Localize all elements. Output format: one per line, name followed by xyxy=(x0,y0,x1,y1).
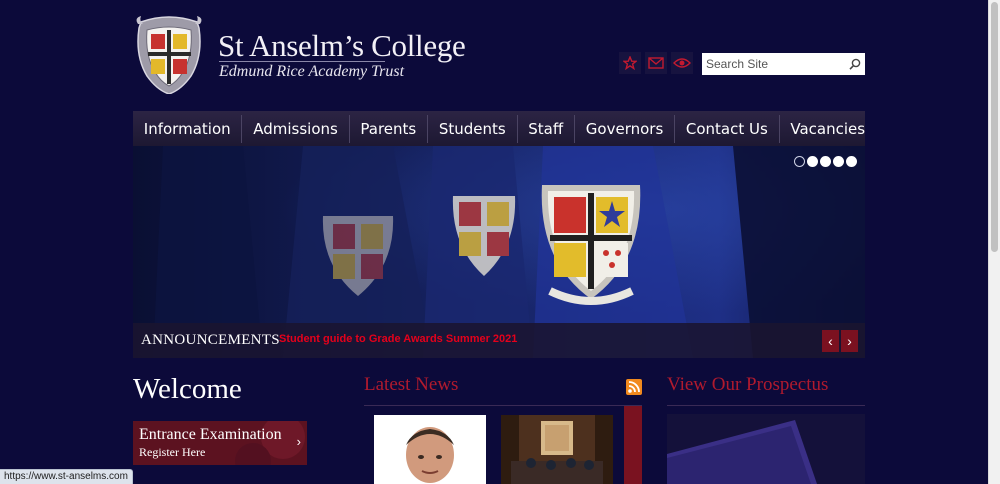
search-box xyxy=(702,53,865,75)
search-input[interactable] xyxy=(702,53,842,75)
browser-status-url: https://www.st-anselms.com xyxy=(0,469,133,484)
announcements-bar: ANNOUNCEMENTS Student guide to Grade Awa… xyxy=(133,323,865,358)
announcements-label: ANNOUNCEMENTS xyxy=(141,332,280,348)
nav-divider xyxy=(427,114,429,143)
entrance-title: Entrance Examination xyxy=(139,426,282,443)
rss-icon[interactable] xyxy=(626,379,642,395)
nav-divider xyxy=(348,114,350,143)
email-button[interactable] xyxy=(645,52,667,74)
nav-divider xyxy=(574,114,575,143)
main-nav: Information Admissions Parents Students … xyxy=(133,111,865,146)
college-title[interactable]: St Anselm’s College xyxy=(218,28,466,64)
envelope-icon xyxy=(648,57,664,69)
search-icon[interactable] xyxy=(848,57,862,71)
nav-item-vacancies[interactable]: Vacancies xyxy=(790,114,865,144)
welcome-heading: Welcome xyxy=(133,373,242,405)
prospectus-cover-image[interactable] xyxy=(667,414,865,484)
announcement-link[interactable]: Student guide to Grade Awards Summer 202… xyxy=(279,333,517,345)
nav-divider xyxy=(674,114,676,143)
favourite-button[interactable] xyxy=(619,52,641,74)
news-thumbnail-chapel[interactable] xyxy=(501,415,613,484)
chevron-left-icon: ‹ xyxy=(828,333,833,349)
browser-scrollbar[interactable] xyxy=(988,0,1000,484)
eye-icon xyxy=(673,58,691,68)
view-button[interactable] xyxy=(671,52,693,74)
latest-news-heading[interactable]: Latest News xyxy=(364,374,458,396)
news-scroll-bar[interactable] xyxy=(624,406,642,484)
slider-dot[interactable] xyxy=(820,156,831,167)
nav-divider xyxy=(516,114,518,143)
nav-item-staff[interactable]: Staff xyxy=(528,114,563,144)
announcement-prev-button[interactable]: ‹ xyxy=(822,330,839,352)
slider-dot[interactable] xyxy=(833,156,844,167)
slider-dot[interactable] xyxy=(807,156,818,167)
nav-item-information[interactable]: Information xyxy=(144,114,231,144)
entrance-exam-banner[interactable]: Entrance Examination Register Here › xyxy=(133,421,307,465)
nav-item-admissions[interactable]: Admissions xyxy=(253,114,338,144)
slider-dot[interactable] xyxy=(846,156,857,167)
news-divider xyxy=(364,405,642,406)
star-icon xyxy=(623,56,637,70)
news-thumbnail-portrait[interactable] xyxy=(374,415,486,484)
entrance-subtitle: Register Here xyxy=(139,445,206,459)
prospectus-heading[interactable]: View Our Prospectus xyxy=(667,374,828,396)
page-wrapper: St Anselm’s College Edmund Rice Academy … xyxy=(133,0,865,484)
announcement-next-button[interactable]: › xyxy=(841,330,858,352)
nav-item-governors[interactable]: Governors xyxy=(586,114,663,144)
nav-item-students[interactable]: Students xyxy=(439,114,506,144)
nav-item-contact-us[interactable]: Contact Us xyxy=(686,114,768,144)
slider-dot[interactable] xyxy=(794,156,805,167)
nav-divider xyxy=(778,114,780,143)
chevron-right-icon: › xyxy=(296,434,301,449)
chevron-right-icon: › xyxy=(847,333,852,349)
scrollbar-thumb[interactable] xyxy=(991,2,998,252)
prospectus-divider xyxy=(667,405,865,406)
college-crest-logo[interactable] xyxy=(133,16,205,94)
slider-pagination xyxy=(794,156,857,167)
nav-item-parents[interactable]: Parents xyxy=(360,114,416,144)
college-subtitle: Edmund Rice Academy Trust xyxy=(219,61,405,80)
nav-divider xyxy=(241,114,243,143)
